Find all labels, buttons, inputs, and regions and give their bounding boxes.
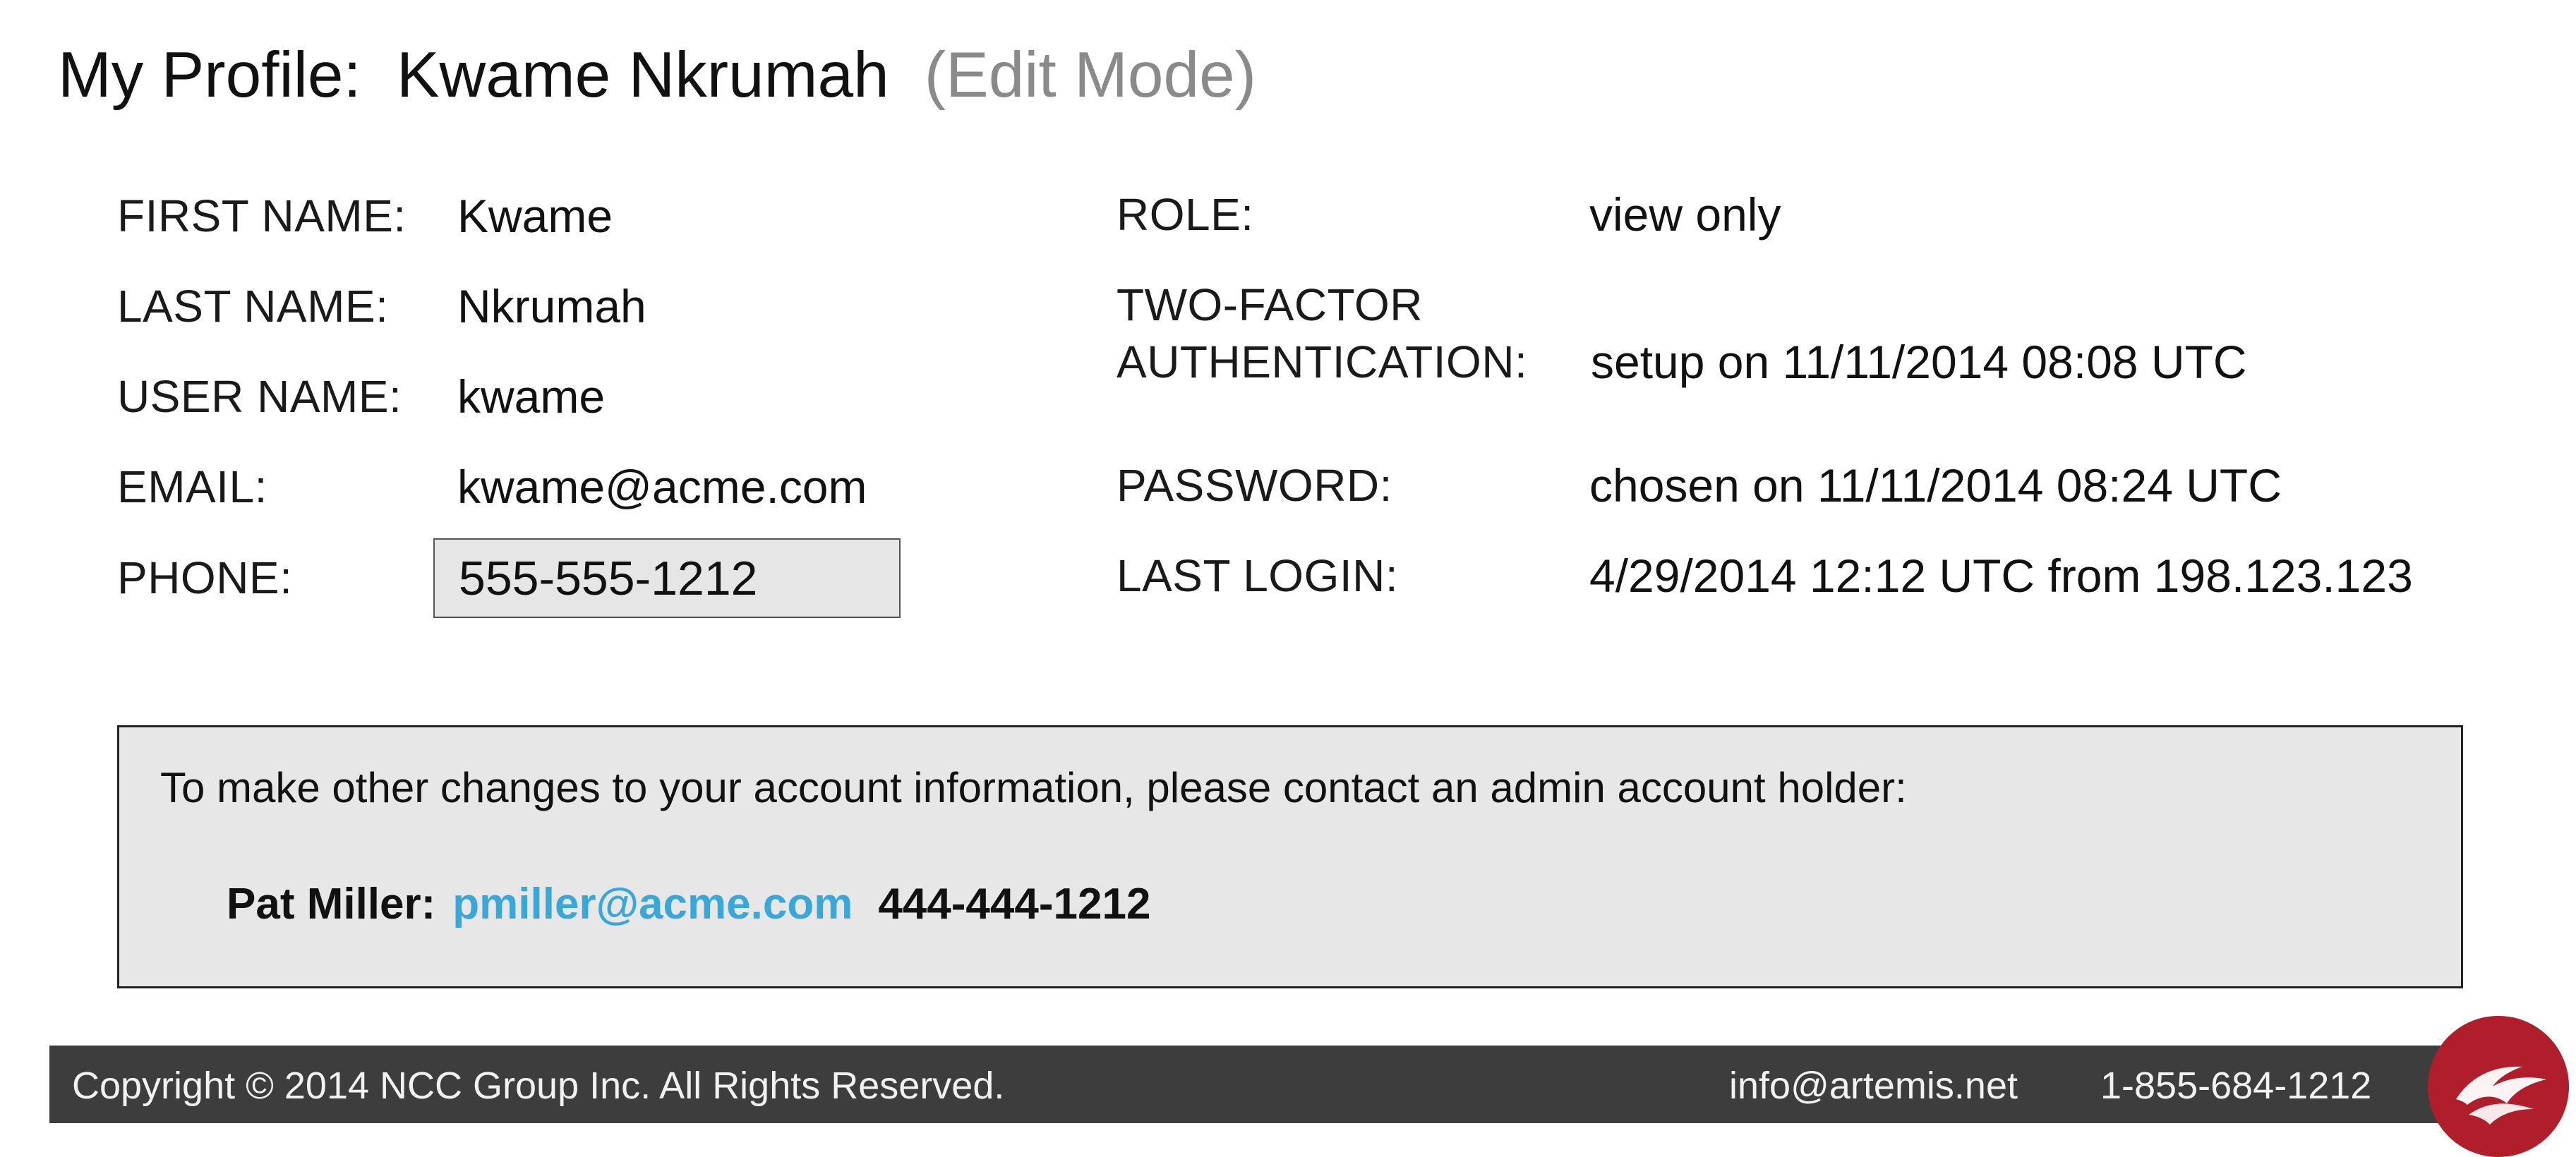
phone-label: PHONE: (117, 552, 293, 603)
footer-phone: 1-855-684-1212 (2100, 1065, 2372, 1107)
admin-email-link[interactable]: pmiller@acme.com (452, 880, 853, 928)
admin-contact-phone: 444-444-1212 (878, 880, 1151, 928)
edit-mode-label: (Edit Mode) (924, 40, 1257, 111)
role-value: view only (1589, 188, 1781, 241)
profile-full-name: Kwame Nkrumah (396, 40, 889, 111)
user-name-value: kwame (457, 370, 606, 423)
admin-contact-intro: To make other changes to your account in… (160, 764, 1907, 811)
email-value: kwame@acme.com (457, 461, 867, 513)
footer-copyright: Copyright © 2014 NCC Group Inc. All Righ… (72, 1065, 1005, 1107)
two-factor-value: setup on 11/11/2014 08:08 UTC (1591, 336, 2247, 388)
admin-contact-line: Pat Miller: pmiller@acme.com 444-444-1212 (227, 877, 1150, 932)
last-login-label: LAST LOGIN: (1117, 550, 1399, 601)
email-label: EMAIL: (117, 461, 267, 512)
admin-contact-box: To make other changes to your account in… (117, 725, 2463, 988)
last-login-value: 4/29/2014 12:12 UTC from 198.123.123 (1589, 550, 2413, 602)
last-name-value: Nkrumah (457, 280, 646, 332)
password-label: PASSWORD: (1117, 460, 1392, 511)
two-factor-label-line2: AUTHENTICATION: (1117, 337, 1528, 387)
footer-email-link[interactable]: info@artemis.net (1729, 1065, 2018, 1107)
page-title-prefix: My Profile: (58, 40, 361, 111)
first-name-value: Kwame (457, 190, 613, 242)
last-name-label: LAST NAME: (117, 281, 389, 332)
password-value: chosen on 11/11/2014 08:24 UTC (1589, 459, 2282, 511)
footer-bar: Copyright © 2014 NCC Group Inc. All Righ… (49, 1046, 2534, 1123)
page-title: My Profile: Kwame Nkrumah (Edit Mode) (58, 37, 1256, 114)
first-name-label: FIRST NAME: (117, 190, 407, 241)
two-factor-label-line1: TWO-FACTOR (1117, 279, 1423, 330)
artemis-logo-icon (2428, 1016, 2569, 1157)
user-name-label: USER NAME: (117, 371, 402, 422)
admin-contact-name: Pat Miller: (227, 880, 436, 928)
phone-field[interactable] (433, 538, 901, 618)
role-label: ROLE: (1117, 189, 1254, 240)
